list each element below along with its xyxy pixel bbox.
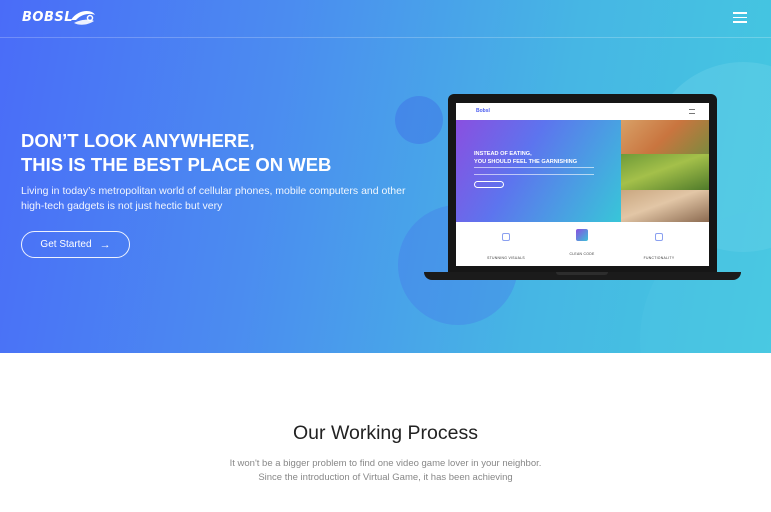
laptop-mockup: Bobsl INSTEAD OF EATING, YOU SHOULD FEEL… <box>424 94 741 286</box>
mock-menu-icon <box>689 109 695 114</box>
mock-hero-title: INSTEAD OF EATING, YOU SHOULD FEEL THE G… <box>474 150 577 166</box>
mock-photo-column <box>621 120 709 222</box>
mock-photo-field <box>621 154 709 190</box>
logo-text[interactable]: BOBSL <box>22 10 73 25</box>
hero-subtext: Living in today’s metropolitan world of … <box>21 185 406 212</box>
mock-photo-food <box>621 120 709 154</box>
feature-icon <box>576 229 588 241</box>
mock-hero-button <box>474 181 504 188</box>
feature-label: FUNCTIONALITY <box>643 256 675 260</box>
hero-headline: DON’T LOOK ANYWHERE, THIS IS THE BEST PL… <box>21 129 331 177</box>
mock-navbar: Bobsl <box>456 103 709 120</box>
mock-hero: INSTEAD OF EATING, YOU SHOULD FEEL THE G… <box>456 120 621 222</box>
feature-icon <box>655 233 663 241</box>
mock-feature: FUNCTIONALITY <box>629 228 689 260</box>
laptop-base <box>424 272 741 280</box>
description-line-1: It won't be a bigger problem to find one… <box>229 458 542 469</box>
arrow-right-icon: → <box>99 238 111 251</box>
section-title: Our Working Process <box>293 422 478 444</box>
mock-feature: CLEAN CODE <box>552 228 612 256</box>
get-started-button[interactable]: Get Started → <box>21 231 130 258</box>
navbar: BOBSL <box>0 0 771 38</box>
mock-title-line-2: YOU SHOULD FEEL THE GARNISHING <box>474 159 578 165</box>
headline-line-2: THIS IS THE BEST PLACE ON WEB <box>21 154 332 175</box>
hamburger-menu-icon[interactable] <box>733 12 747 24</box>
laptop-screen: Bobsl INSTEAD OF EATING, YOU SHOULD FEEL… <box>456 103 709 266</box>
mock-hero-text <box>474 167 594 175</box>
mock-features-row: STUNNING VISUALS CLEAN CODE FUNCTIONALIT… <box>456 222 709 266</box>
mock-brand: Bobsl <box>476 108 490 114</box>
mock-title-line-1: INSTEAD OF EATING, <box>474 151 532 157</box>
feature-label: STUNNING VISUALS <box>487 256 525 260</box>
get-started-label: Get Started <box>40 239 92 250</box>
feature-icon <box>502 233 510 241</box>
mock-photo-person <box>621 190 709 222</box>
hero-section: BOBSL DON’T LOOK ANYWHERE, THIS IS THE B… <box>0 0 771 353</box>
headline-line-1: DON’T LOOK ANYWHERE, <box>21 130 255 151</box>
section-description: It won't be a bigger problem to find one… <box>0 457 771 485</box>
description-line-2: Since the introduction of Virtual Game, … <box>258 472 513 483</box>
swoosh-icon <box>71 10 95 25</box>
laptop-screen-frame: Bobsl INSTEAD OF EATING, YOU SHOULD FEEL… <box>448 94 717 272</box>
mock-feature: STUNNING VISUALS <box>476 228 536 260</box>
feature-label: CLEAN CODE <box>569 252 595 256</box>
